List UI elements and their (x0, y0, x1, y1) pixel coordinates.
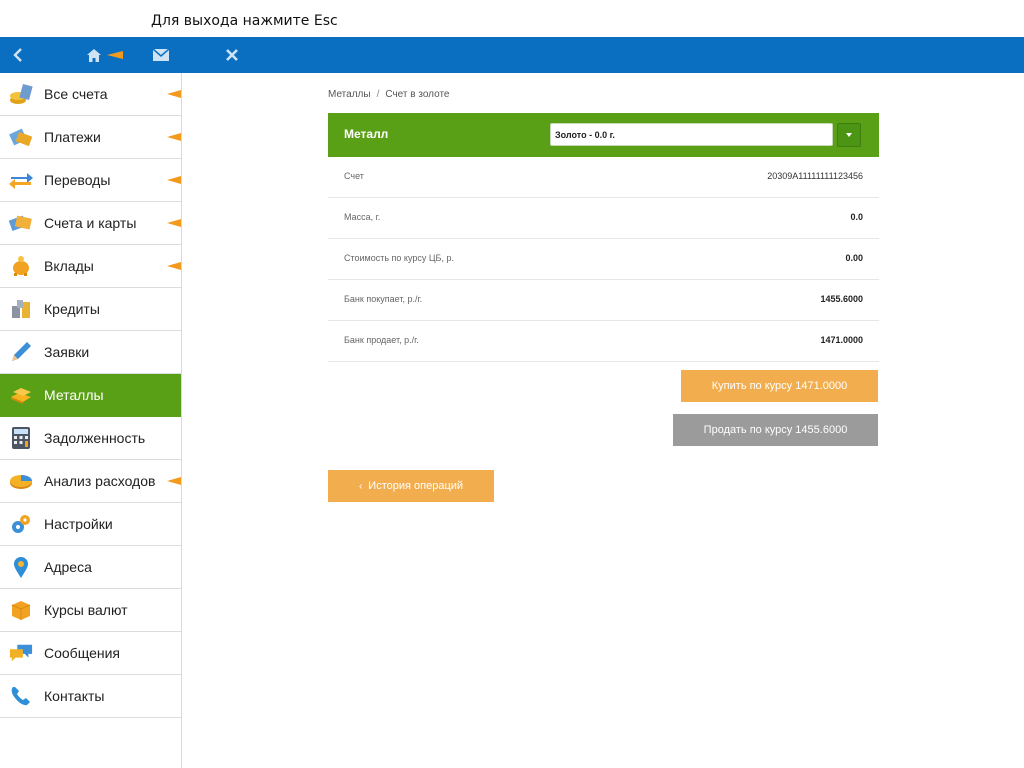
home-icon (87, 48, 101, 62)
row-value: 1455.6000 (820, 294, 863, 304)
sidebar-item-all-accounts[interactable]: Все счета (0, 73, 181, 116)
sidebar-item-label: Кредиты (44, 301, 100, 317)
sidebar-item-transfers[interactable]: Переводы (0, 159, 181, 202)
back-icon (13, 48, 23, 62)
sidebar-item-expense-analysis[interactable]: Анализ расходов (0, 460, 181, 503)
row-value: 20309A11111111123456 (767, 171, 863, 181)
currency-box-icon (9, 598, 33, 622)
pie-chart-icon (9, 469, 33, 493)
row-label: Стоимость по курсу ЦБ, р. (344, 253, 454, 263)
sidebar-item-credits[interactable]: Кредиты (0, 288, 181, 331)
metal-label: Металл (344, 127, 389, 141)
sidebar-arrow-icon (167, 219, 181, 227)
wallet-icon (9, 125, 33, 149)
metal-select[interactable]: Золото - 0.0 г. (550, 123, 833, 146)
transfer-arrows-icon (9, 168, 33, 192)
history-button[interactable]: ‹ История операций (328, 470, 494, 502)
buy-button[interactable]: Купить по курсу 1471.0000 (681, 370, 878, 402)
mail-button[interactable] (148, 37, 174, 73)
row-value: 0.00 (845, 253, 863, 263)
sidebar-item-exchange-rates[interactable]: Курсы валют (0, 589, 181, 632)
gold-bars-icon (9, 383, 33, 407)
history-button-label: История операций (368, 480, 464, 492)
sidebar-item-label: Адреса (44, 559, 92, 575)
sidebar-item-label: Все счета (44, 86, 108, 102)
mail-icon (153, 49, 169, 61)
sidebar-item-debt[interactable]: Задолженность (0, 417, 181, 460)
calculator-icon (9, 426, 33, 450)
info-row-bank-sells: Банк продает, р./г. 1471.0000 (328, 321, 879, 362)
sidebar-item-label: Сообщения (44, 645, 120, 661)
phone-icon (9, 684, 33, 708)
sidebar-item-accounts-cards[interactable]: Счета и карты (0, 202, 181, 245)
row-label: Счет (344, 171, 364, 181)
close-icon (226, 49, 238, 61)
exit-hint: Для выхода нажмите Esc (151, 13, 338, 29)
chevron-down-icon (846, 133, 852, 137)
sidebar-arrow-icon (167, 477, 181, 485)
sidebar-item-label: Контакты (44, 688, 105, 704)
sell-button[interactable]: Продать по курсу 1455.6000 (673, 414, 878, 446)
metal-select-value: Золото - 0.0 г. (555, 130, 615, 140)
gears-icon (9, 512, 33, 536)
breadcrumb: Металлы / Счет в золоте (328, 89, 449, 100)
sidebar-item-label: Металлы (44, 387, 104, 403)
metal-select-dropdown-button[interactable] (837, 123, 861, 147)
map-pin-icon (9, 555, 33, 579)
row-label: Банк продает, р./г. (344, 335, 419, 345)
active-pointer-icon (107, 51, 123, 59)
sidebar-arrow-icon (167, 90, 181, 98)
sidebar-item-label: Анализ расходов (44, 473, 156, 489)
sidebar-item-label: Задолженность (44, 430, 146, 446)
row-value: 1471.0000 (820, 335, 863, 345)
sidebar-item-label: Курсы валют (44, 602, 128, 618)
sidebar-item-label: Заявки (44, 344, 90, 360)
sidebar-menu: Все счета Платежи Переводы Счета и карты… (0, 73, 182, 768)
sidebar-item-payments[interactable]: Платежи (0, 116, 181, 159)
breadcrumb-link-metals[interactable]: Металлы (328, 89, 371, 100)
close-button[interactable] (220, 37, 244, 73)
sidebar-item-label: Счета и карты (44, 215, 137, 231)
sidebar-item-label: Настройки (44, 516, 113, 532)
piggy-bank-icon (9, 254, 33, 278)
row-value: 0.0 (850, 212, 863, 222)
sidebar-item-label: Вклады (44, 258, 94, 274)
breadcrumb-separator: / (376, 89, 380, 100)
sidebar-arrow-icon (167, 262, 181, 270)
sidebar-item-contacts[interactable]: Контакты (0, 675, 181, 718)
home-button[interactable] (80, 37, 130, 73)
pencil-icon (9, 340, 33, 364)
sidebar-item-label: Платежи (44, 129, 101, 145)
sidebar-arrow-icon (167, 176, 181, 184)
sidebar-item-settings[interactable]: Настройки (0, 503, 181, 546)
sidebar-item-deposits[interactable]: Вклады (0, 245, 181, 288)
info-row-mass: Масса, г. 0.0 (328, 198, 879, 239)
sidebar-item-requests[interactable]: Заявки (0, 331, 181, 374)
sidebar-arrow-icon (167, 133, 181, 141)
sidebar-item-label: Переводы (44, 172, 111, 188)
sidebar-item-addresses[interactable]: Адреса (0, 546, 181, 589)
row-label: Масса, г. (344, 212, 381, 222)
top-toolbar (0, 37, 1024, 73)
info-row-cb-value: Стоимость по курсу ЦБ, р. 0.00 (328, 239, 879, 280)
sidebar-item-metals[interactable]: Металлы (0, 374, 181, 417)
sidebar-item-messages[interactable]: Сообщения (0, 632, 181, 675)
credit-coins-icon (9, 297, 33, 321)
cards-icon (9, 211, 33, 235)
info-row-account: Счет 20309A11111111123456 (328, 157, 879, 198)
chat-bubbles-icon (9, 641, 33, 665)
main-content: Металлы / Счет в золоте Металл Золото - 0.… (182, 73, 1024, 768)
info-row-bank-buys: Банк покупает, р./г. 1455.6000 (328, 280, 879, 321)
chevron-left-icon: ‹ (358, 480, 363, 492)
row-label: Банк покупает, р./г. (344, 294, 423, 304)
breadcrumb-current: Счет в золоте (385, 89, 450, 100)
metal-panel-header: Металл Золото - 0.0 г. (328, 113, 879, 157)
back-button[interactable] (6, 37, 30, 73)
coins-icon (9, 82, 33, 106)
